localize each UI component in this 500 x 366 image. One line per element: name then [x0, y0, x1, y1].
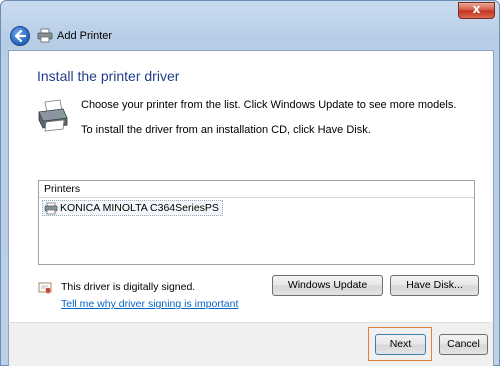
windows-update-button[interactable]: Windows Update: [272, 275, 383, 296]
window-title: Add Printer: [57, 30, 113, 42]
add-printer-window: x Add Printer Install the printer driver…: [0, 0, 500, 366]
back-button[interactable]: [10, 26, 30, 46]
printer-icon: [37, 28, 53, 43]
certificate-icon: [38, 282, 52, 294]
list-column-header[interactable]: Printers: [39, 181, 474, 198]
cancel-button[interactable]: Cancel: [439, 334, 488, 355]
instruction-text-cd: To install the driver from an installati…: [81, 124, 371, 136]
list-header-label: Printers: [44, 183, 81, 195]
instruction-text: Choose your printer from the list. Click…: [81, 99, 457, 111]
driver-signing-info-link[interactable]: Tell me why driver signing is important: [61, 298, 238, 310]
page-heading: Install the printer driver: [37, 68, 180, 84]
driver-signed-status: This driver is digitally signed.: [61, 281, 196, 293]
wizard-content: Install the printer driver Choose your p…: [8, 50, 494, 322]
close-icon: x: [472, 2, 481, 16]
have-disk-button[interactable]: Have Disk...: [390, 275, 479, 296]
printers-list[interactable]: Printers KONICA MINOLTA C364SeriesPS: [38, 180, 475, 265]
list-item[interactable]: KONICA MINOLTA C364SeriesPS: [42, 200, 223, 216]
next-button[interactable]: Next: [375, 334, 426, 355]
printer-icon: [38, 99, 68, 132]
printer-icon: [44, 202, 58, 215]
title-bar: x Add Printer: [1, 1, 500, 49]
printer-name: KONICA MINOLTA C364SeriesPS: [60, 202, 219, 214]
wizard-footer: Next Cancel: [8, 322, 494, 366]
back-arrow-icon: [14, 30, 26, 42]
close-button[interactable]: x: [458, 2, 495, 19]
